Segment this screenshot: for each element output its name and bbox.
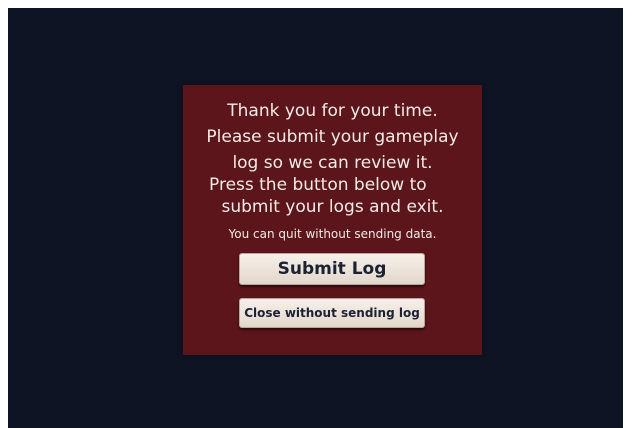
game-screen: Thank you for your time. Please submit y… bbox=[8, 8, 623, 428]
submit-log-label: Submit Log bbox=[277, 259, 387, 279]
close-without-sending-label: Close without sending log bbox=[244, 306, 420, 320]
message-line-2: Please submit your gameplay bbox=[206, 127, 459, 147]
message-line-4: Press the button below to bbox=[209, 175, 427, 195]
close-without-sending-button[interactable]: Close without sending log bbox=[239, 298, 425, 328]
message-line-1: Thank you for your time. bbox=[227, 101, 438, 121]
message-line-3: log so we can review it. bbox=[232, 153, 433, 173]
submit-log-dialog: Thank you for your time. Please submit y… bbox=[183, 85, 482, 355]
submit-log-button[interactable]: Submit Log bbox=[239, 253, 425, 285]
quit-note: You can quit without sending data. bbox=[228, 227, 437, 241]
message-line-5: submit your logs and exit. bbox=[221, 197, 444, 217]
